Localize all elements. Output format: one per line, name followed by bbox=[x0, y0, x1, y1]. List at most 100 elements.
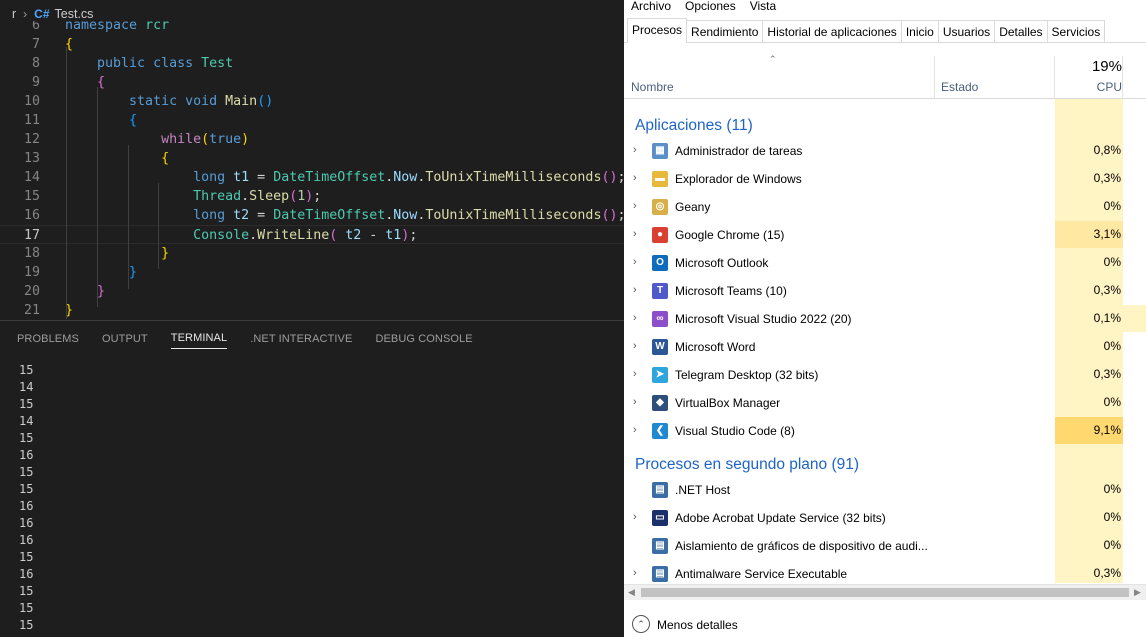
process-row[interactable]: › ∞ Microsoft Visual Studio 2022 (20) 0,1% bbox=[624, 305, 1146, 333]
process-row[interactable]: › ◎ Geany 0% bbox=[624, 193, 1146, 221]
code-line[interactable]: 12 while(true) bbox=[0, 130, 624, 149]
code-text[interactable]: namespace rcr bbox=[65, 21, 169, 35]
code-line[interactable]: 17 Console.WriteLine( t2 - t1); bbox=[0, 225, 624, 244]
panel-tab-bar: PROBLEMS OUTPUT TERMINAL .NET INTERACTIVE DE… bbox=[0, 320, 624, 356]
panel-tab-output[interactable]: OUTPUT bbox=[102, 329, 148, 349]
code-text[interactable]: } bbox=[65, 244, 169, 263]
chevron-right-icon[interactable]: › bbox=[633, 424, 637, 436]
code-text[interactable]: Thread.Sleep(1); bbox=[65, 187, 321, 206]
code-line[interactable]: 7{ bbox=[0, 35, 624, 54]
tab-usuarios[interactable]: Usuarios bbox=[937, 20, 996, 43]
group-header[interactable]: Procesos en segundo plano (91) bbox=[624, 445, 1146, 473]
task-manager-window: Archivo Opciones Vista Procesos Rendimiento… bbox=[624, 0, 1146, 637]
indent-guide bbox=[97, 87, 98, 307]
code-text[interactable]: { bbox=[65, 111, 137, 130]
line-number: 8 bbox=[31, 56, 40, 71]
process-row[interactable]: › ▭ Adobe Acrobat Update Service (32 bits)… bbox=[624, 504, 1146, 532]
chevron-right-icon[interactable]: › bbox=[633, 172, 637, 184]
code-text[interactable]: Console.WriteLine( t2 - t1); bbox=[65, 226, 417, 245]
row-edge bbox=[1123, 249, 1146, 276]
code-line[interactable]: 16 long t2 = DateTimeOffset.Now.ToUnixTi… bbox=[0, 206, 624, 225]
menu-vista[interactable]: Vista bbox=[743, 0, 783, 15]
chevron-right-icon[interactable]: › bbox=[633, 312, 637, 324]
chevron-right-icon[interactable]: › bbox=[633, 511, 637, 523]
column-cpu[interactable]: CPU bbox=[1054, 80, 1122, 94]
process-row[interactable]: › W Microsoft Word 0% bbox=[624, 333, 1146, 361]
code-text[interactable]: } bbox=[65, 282, 105, 301]
chevron-right-icon[interactable]: › bbox=[633, 144, 637, 156]
chevron-right-icon[interactable]: › bbox=[633, 228, 637, 240]
tab-servicios[interactable]: Servicios bbox=[1046, 20, 1106, 43]
process-row[interactable]: ▤ Aislamiento de gráficos de dispositivo … bbox=[624, 532, 1146, 560]
code-text[interactable]: } bbox=[65, 263, 137, 282]
column-state[interactable]: Estado bbox=[941, 80, 978, 94]
code-line[interactable]: 6 namespace rcr bbox=[0, 21, 624, 35]
code-line[interactable]: 13 { bbox=[0, 149, 624, 168]
process-row[interactable]: › ❮ Visual Studio Code (8) 9,1% bbox=[624, 417, 1146, 445]
terminal-output[interactable]: 15 14 15 14 15 16 15 15 16 16 16 15 16 15 15 15 bbox=[19, 362, 619, 634]
chevron-right-icon[interactable]: › bbox=[633, 256, 637, 268]
chevron-right-icon[interactable]: › bbox=[633, 368, 637, 380]
code-text[interactable]: { bbox=[65, 73, 105, 92]
panel-tab-net-interactive[interactable]: .NET INTERACTIVE bbox=[250, 329, 352, 349]
cpu-value: 0,8% bbox=[1055, 137, 1123, 164]
scrollbar-thumb[interactable] bbox=[641, 588, 1129, 597]
process-row[interactable]: ▤ .NET Host 0% bbox=[624, 476, 1146, 504]
chevron-right-icon[interactable]: › bbox=[633, 567, 637, 579]
process-row[interactable]: › ▦ Administrador de tareas 0,8% bbox=[624, 137, 1146, 165]
code-line[interactable]: 8 public class Test bbox=[0, 54, 624, 73]
code-line[interactable]: 21} bbox=[0, 301, 624, 319]
panel-tab-terminal[interactable]: TERMINAL bbox=[170, 328, 228, 349]
code-line[interactable]: 20 } bbox=[0, 282, 624, 301]
code-text[interactable]: long t2 = DateTimeOffset.Now.ToUnixTimeM… bbox=[65, 206, 624, 225]
terminal-line: 15 bbox=[19, 363, 34, 377]
collapse-arrow-icon[interactable]: ⌃ bbox=[632, 615, 650, 633]
menu-archivo[interactable]: Archivo bbox=[624, 0, 678, 15]
process-row[interactable]: › ▤ Antimalware Service Executable 0,3% bbox=[624, 560, 1146, 583]
group-header[interactable]: Aplicaciones (11) bbox=[624, 106, 1146, 134]
panel-tab-problems[interactable]: PROBLEMS bbox=[17, 329, 79, 349]
tab-inicio[interactable]: Inicio bbox=[900, 20, 939, 43]
process-row[interactable]: › ◆ VirtualBox Manager 0% bbox=[624, 389, 1146, 417]
tab-procesos[interactable]: Procesos bbox=[627, 18, 688, 43]
process-row[interactable]: › T Microsoft Teams (10) 0,3% bbox=[624, 277, 1146, 305]
code-line[interactable]: 15 Thread.Sleep(1); bbox=[0, 187, 624, 206]
code-line[interactable]: 10 static void Main() bbox=[0, 92, 624, 111]
cpu-total-percent[interactable]: 19% bbox=[1054, 58, 1122, 75]
code-text[interactable]: { bbox=[65, 149, 169, 168]
code-line[interactable]: 9 { bbox=[0, 73, 624, 92]
horizontal-scrollbar[interactable]: ◀ ▶ bbox=[624, 584, 1146, 600]
chevron-right-icon[interactable]: › bbox=[633, 340, 637, 352]
chevron-right-icon[interactable]: › bbox=[633, 396, 637, 408]
panel-tab-debug-console[interactable]: DEBUG CONSOLE bbox=[375, 329, 472, 349]
fewer-details-link[interactable]: Menos detalles bbox=[657, 618, 738, 632]
process-row[interactable]: › ● Google Chrome (15) 3,1% bbox=[624, 221, 1146, 249]
tab-rendimiento[interactable]: Rendimiento bbox=[686, 20, 764, 43]
tab-historial-de-aplicaciones[interactable]: Historial de aplicaciones bbox=[762, 20, 902, 43]
column-divider[interactable] bbox=[1122, 56, 1123, 99]
process-name: Administrador de tareas bbox=[675, 144, 803, 158]
vscode-window: r › C# Test.cs 6 namespace rcr 7{8 public … bbox=[0, 0, 624, 637]
process-row[interactable]: › O Microsoft Outlook 0% bbox=[624, 249, 1146, 277]
code-text[interactable]: long t1 = DateTimeOffset.Now.ToUnixTimeM… bbox=[65, 168, 624, 187]
menu-opciones[interactable]: Opciones bbox=[678, 0, 743, 15]
tab-detalles[interactable]: Detalles bbox=[994, 20, 1048, 43]
chevron-right-icon[interactable]: › bbox=[633, 284, 637, 296]
column-divider[interactable] bbox=[934, 56, 935, 99]
code-line[interactable]: 11 { bbox=[0, 111, 624, 130]
scroll-right-icon[interactable]: ▶ bbox=[1134, 587, 1141, 598]
code-line[interactable]: 14 long t1 = DateTimeOffset.Now.ToUnixTi… bbox=[0, 168, 624, 187]
code-editor[interactable]: 6 namespace rcr 7{8 public class Test 9 {10… bbox=[0, 21, 624, 319]
code-line[interactable]: 19 } bbox=[0, 263, 624, 282]
code-line[interactable]: 18 } bbox=[0, 244, 624, 263]
menu-bar: Archivo Opciones Vista bbox=[624, 0, 1146, 15]
code-text[interactable]: public class Test bbox=[65, 54, 233, 73]
breadcrumb-file[interactable]: Test.cs bbox=[55, 7, 94, 21]
column-name[interactable]: Nombre bbox=[631, 80, 674, 94]
chevron-right-icon[interactable]: › bbox=[633, 200, 637, 212]
scroll-left-icon[interactable]: ◀ bbox=[628, 587, 635, 598]
process-row[interactable]: › ▬ Explorador de Windows 0,3% bbox=[624, 165, 1146, 193]
breadcrumb-folder[interactable]: r bbox=[12, 7, 16, 21]
code-text[interactable]: while(true) bbox=[65, 130, 249, 149]
process-row[interactable]: › ➤ Telegram Desktop (32 bits) 0,3% bbox=[624, 361, 1146, 389]
